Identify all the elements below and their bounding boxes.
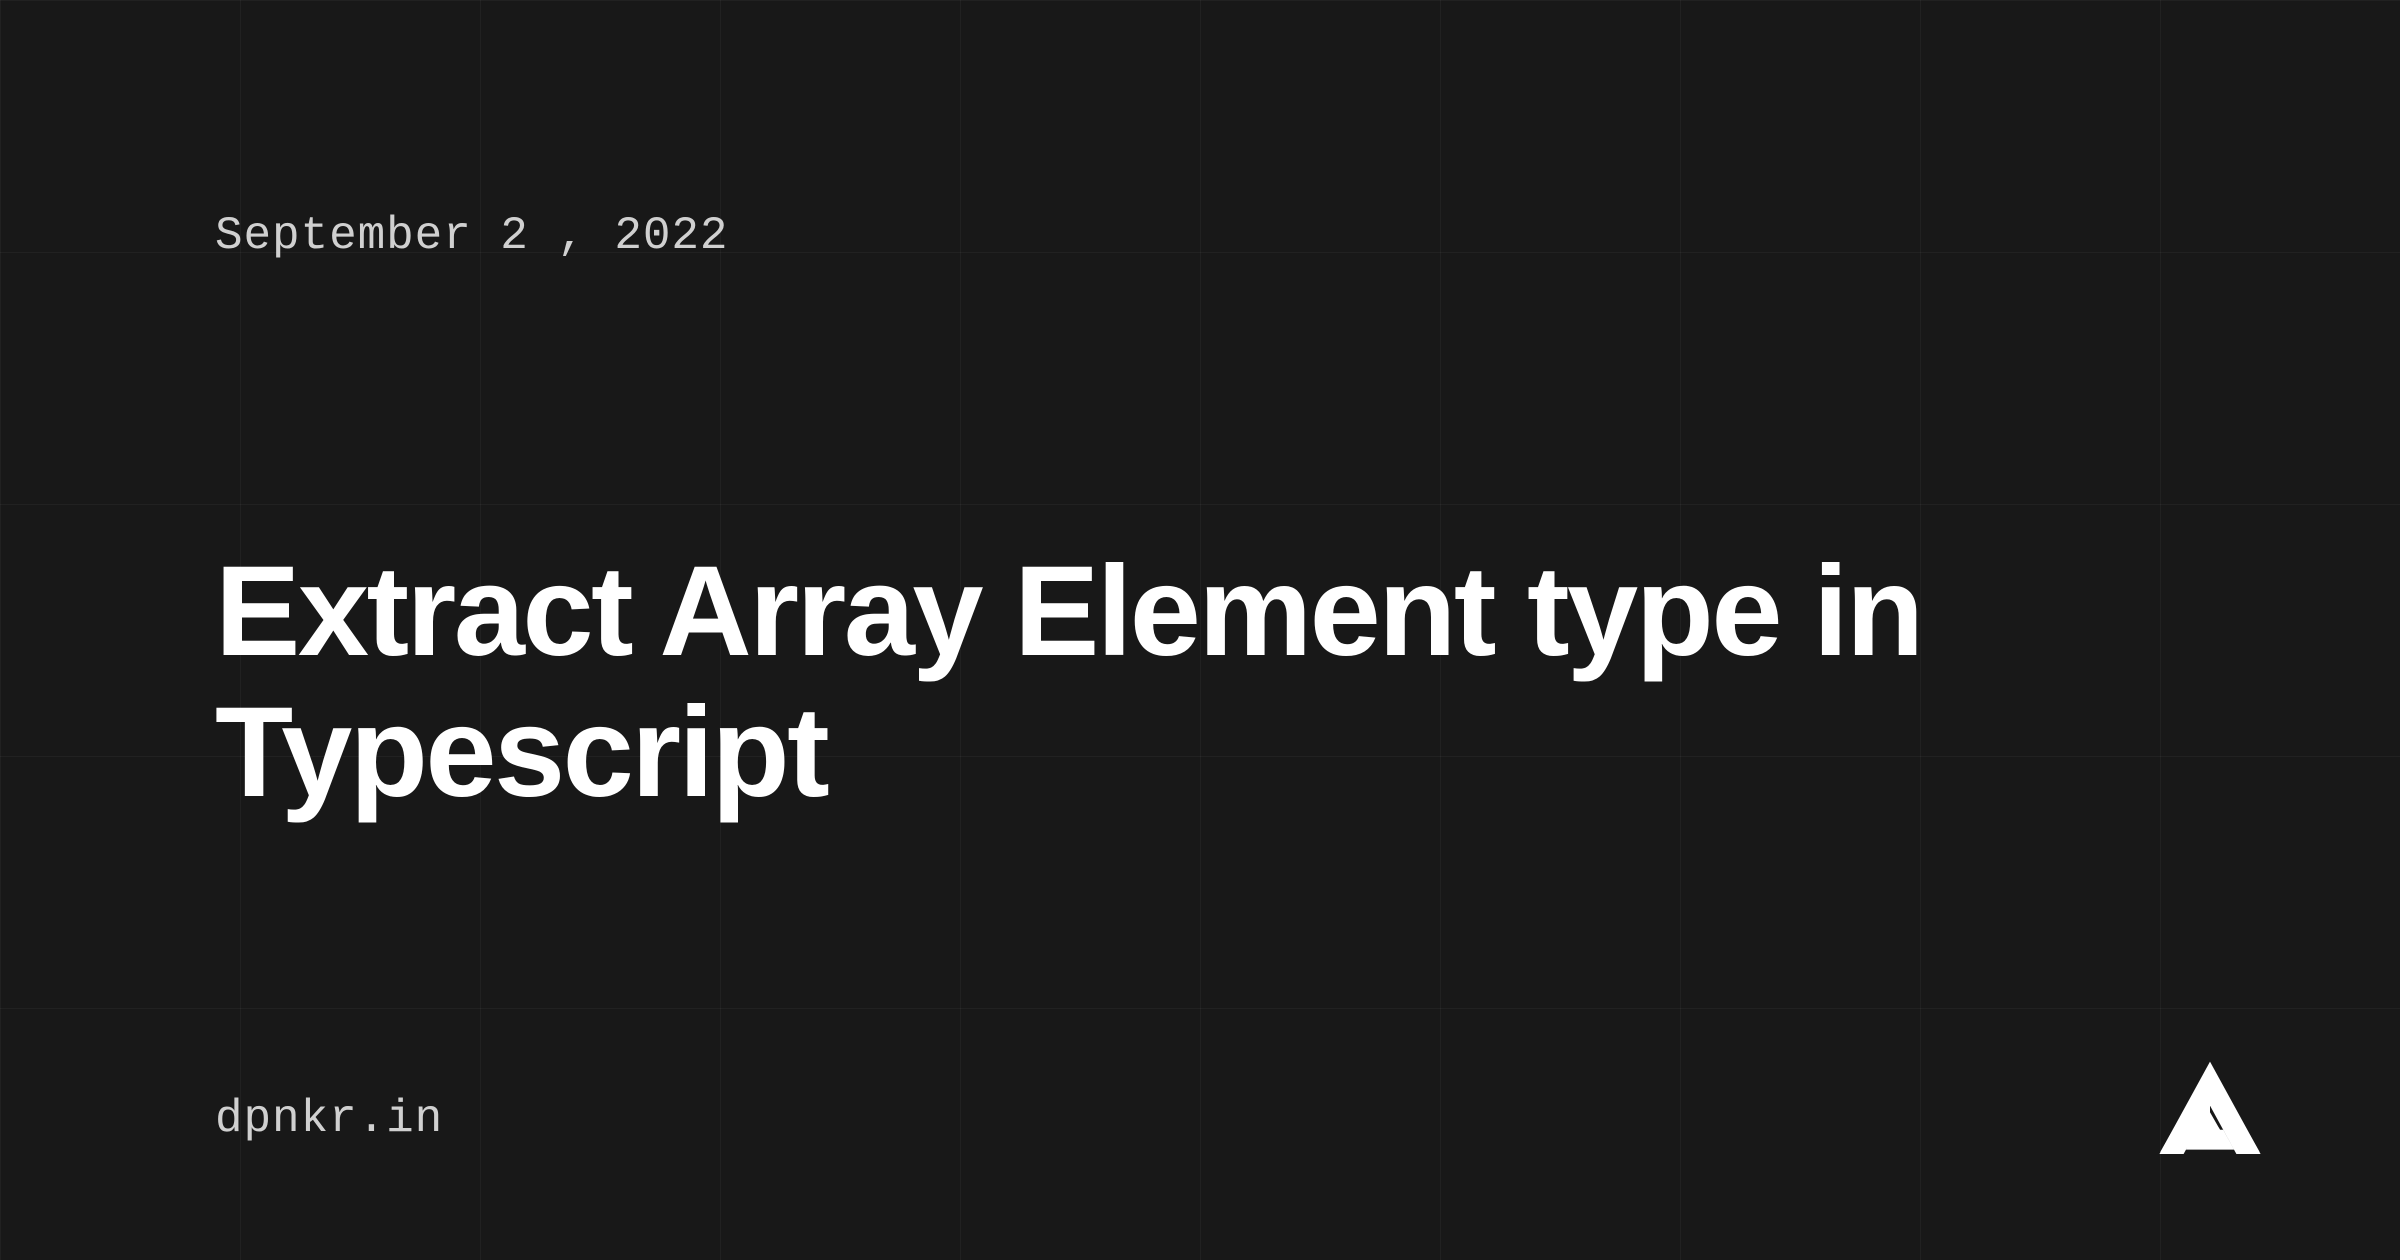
post-title: Extract Array Element type in Typescript <box>215 542 2185 824</box>
site-logo-icon <box>2155 1055 2265 1165</box>
site-domain: dpnkr.in <box>215 1093 443 1145</box>
post-date: September 2 , 2022 <box>215 210 2185 262</box>
